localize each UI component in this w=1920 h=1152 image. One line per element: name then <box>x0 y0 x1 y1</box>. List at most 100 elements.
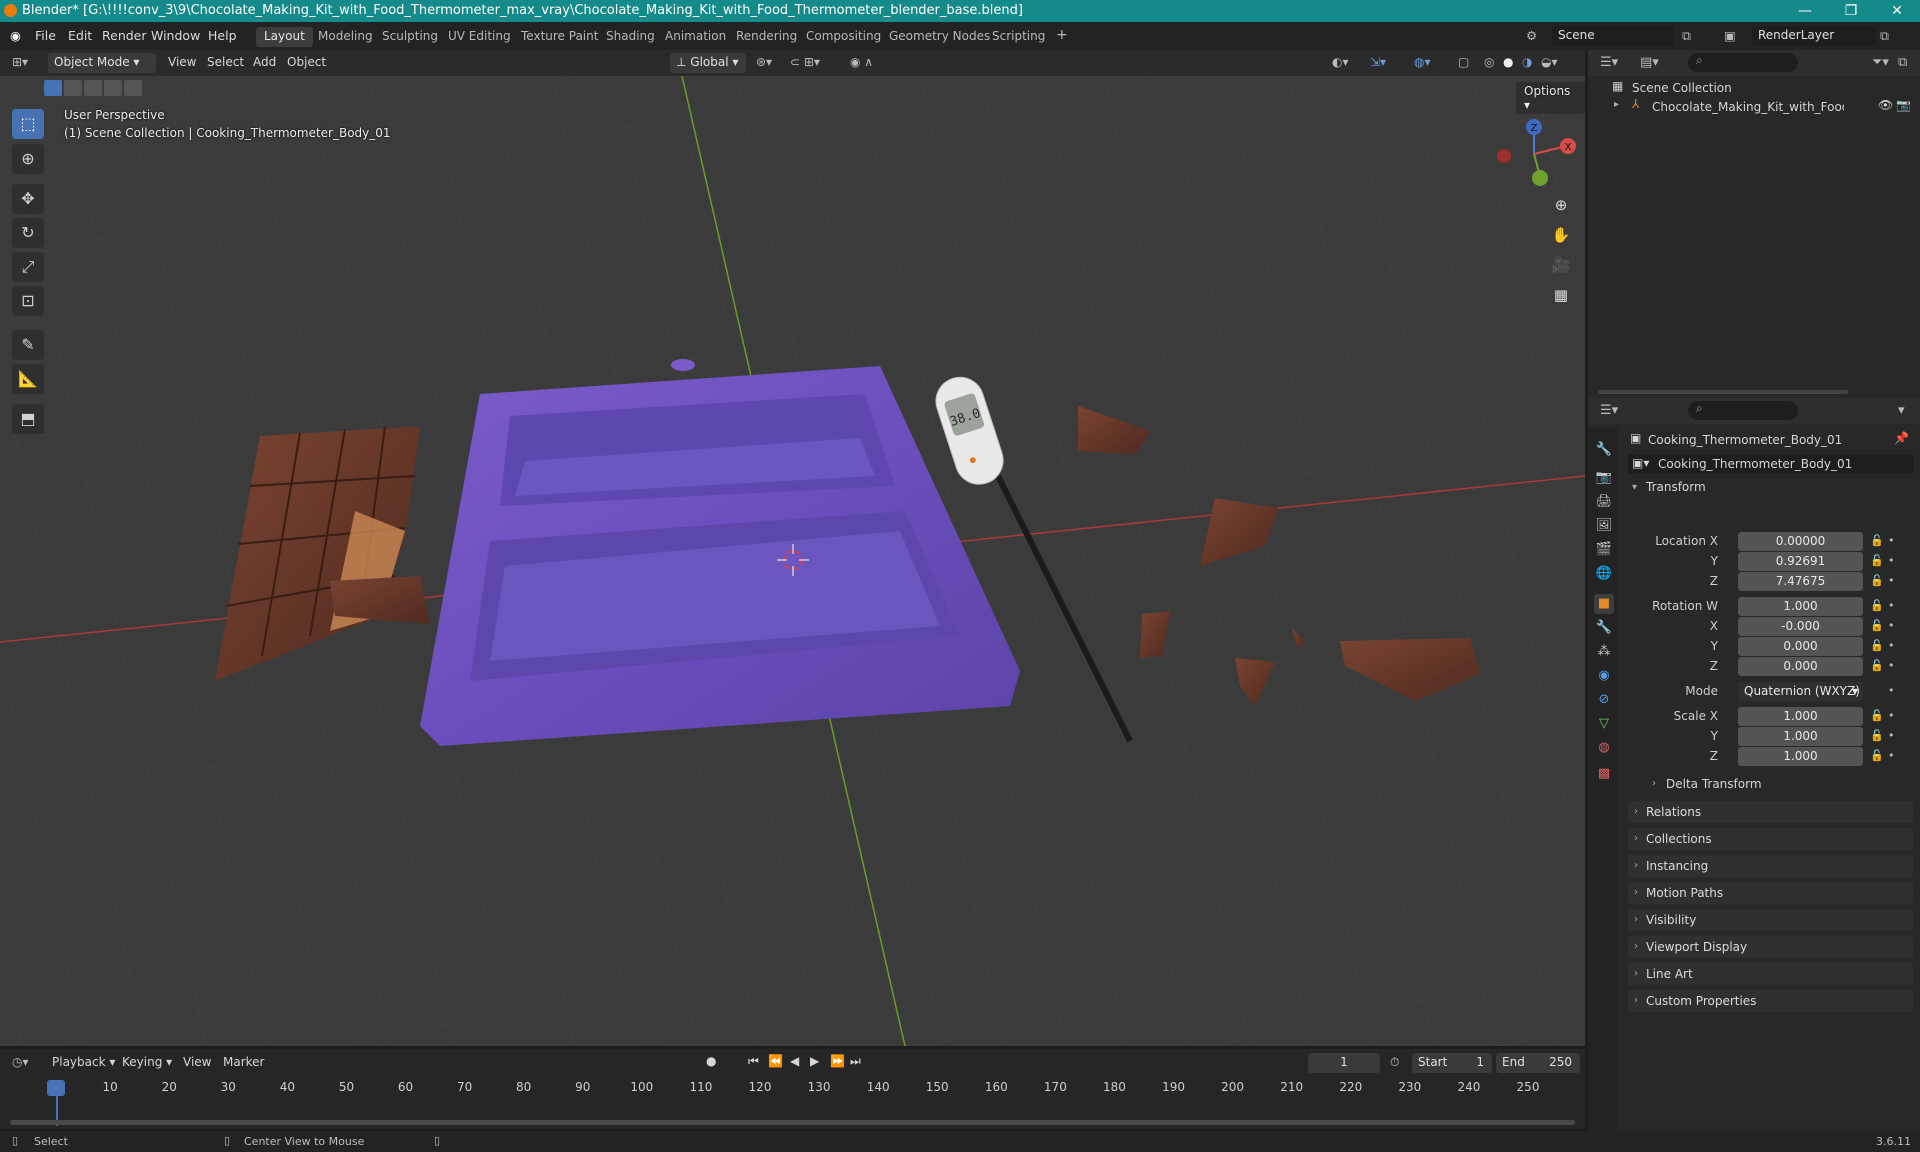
viewport-menu-view[interactable]: View <box>168 55 196 69</box>
panel-relations[interactable]: › Relations <box>1628 801 1913 823</box>
keyframe-dot-icon[interactable]: • <box>1888 709 1895 722</box>
rotate-tool-icon[interactable]: ↻ <box>12 218 44 248</box>
viewport-menu-add[interactable]: Add <box>253 55 276 69</box>
transform-panel-header[interactable]: Transform <box>1646 480 1706 494</box>
location-y-field[interactable]: 0.92691 <box>1738 552 1863 571</box>
menu-edit[interactable]: Edit <box>68 28 92 43</box>
tab-animation[interactable]: Animation <box>657 27 734 47</box>
outliner-scene-collection[interactable]: Scene Collection <box>1632 81 1732 95</box>
keyframe-dot-icon[interactable]: • <box>1888 599 1895 612</box>
rotation-w-field[interactable]: 1.000 <box>1738 597 1863 616</box>
lock-icon[interactable]: 🔓 <box>1870 709 1884 722</box>
panel-custom-properties[interactable]: › Custom Properties <box>1628 990 1913 1012</box>
navigation-gizmo[interactable]: Z X <box>1490 114 1580 194</box>
tab-sculpting[interactable]: Sculpting <box>374 27 446 47</box>
lock-icon[interactable]: 🔓 <box>1870 599 1884 612</box>
lock-icon[interactable]: 🔓 <box>1870 574 1884 587</box>
overlay-icon[interactable]: ◍▾ <box>1414 55 1431 69</box>
orientation-dropdown[interactable]: ⊥ Global ▾ <box>670 53 746 73</box>
new-layer-icon[interactable]: ⧉ <box>1880 28 1889 44</box>
tab-compositing[interactable]: Compositing <box>798 27 889 47</box>
scale-tool-icon[interactable]: ⤢ <box>12 252 44 282</box>
pivot-icon[interactable]: ⊛▾ <box>756 55 772 69</box>
filter-icon[interactable]: ⏷▾ <box>1872 55 1889 70</box>
maximize-button[interactable]: ❐ <box>1828 0 1874 22</box>
mode-dropdown[interactable]: Object Mode ▾ <box>48 53 156 73</box>
render-layer-field[interactable]: RenderLayer <box>1752 26 1876 46</box>
add-workspace-button[interactable]: + <box>1048 27 1076 47</box>
panel-instancing[interactable]: › Instancing <box>1628 855 1913 877</box>
select-intersect-icon[interactable] <box>124 80 142 96</box>
transform-tool-icon[interactable]: ⊡ <box>12 286 44 316</box>
frame-ruler[interactable]: 1102030405060708090100110120130140150160… <box>0 1049 1585 1129</box>
display-mode-icon[interactable]: ▤▾ <box>1640 55 1659 70</box>
menu-file[interactable]: File <box>35 28 56 43</box>
select-extend-icon[interactable] <box>64 80 82 96</box>
panel-visibility[interactable]: › Visibility <box>1628 909 1913 931</box>
rotation-z-field[interactable]: 0.000 <box>1738 657 1863 676</box>
wireframe-shading-icon[interactable]: ◎ <box>1484 55 1494 69</box>
properties-editor-icon[interactable]: ☰▾ <box>1600 403 1618 418</box>
lock-icon[interactable]: 🔓 <box>1870 534 1884 547</box>
tab-uv-editing[interactable]: UV Editing <box>440 27 519 47</box>
lock-icon[interactable]: 🔓 <box>1870 554 1884 567</box>
scene-type-icon[interactable]: ⚙ <box>1526 28 1537 43</box>
blender-menu-icon[interactable]: ◉ <box>10 28 21 43</box>
render-tab-icon[interactable]: 📷 <box>1594 468 1614 488</box>
properties-options-icon[interactable]: ▾ <box>1898 403 1905 418</box>
object-datablock-icon[interactable]: ▣▾ <box>1632 456 1649 470</box>
xray-icon[interactable]: ▢ <box>1458 55 1469 69</box>
viewport-menu-select[interactable]: Select <box>207 55 244 69</box>
expand-chevron-icon[interactable]: ▸ <box>1614 99 1619 110</box>
scale-z-field[interactable]: 1.000 <box>1738 747 1863 766</box>
tab-modeling[interactable]: Modeling <box>310 27 381 47</box>
editor-type-icon[interactable]: ⊞▾ <box>12 55 28 69</box>
pin-icon[interactable]: 📌 <box>1894 431 1909 445</box>
viewport-menu-object[interactable]: Object <box>287 55 326 69</box>
world-tab-icon[interactable]: 🌐 <box>1594 564 1614 584</box>
minimize-button[interactable]: — <box>1782 0 1828 22</box>
keyframe-dot-icon[interactable]: • <box>1888 534 1895 547</box>
lock-icon[interactable]: 🔓 <box>1870 749 1884 762</box>
pan-hand-icon[interactable]: ✋ <box>1547 221 1575 249</box>
lock-icon[interactable]: 🔓 <box>1870 639 1884 652</box>
measure-tool-icon[interactable]: 📐 <box>12 364 44 394</box>
select-new-icon[interactable] <box>44 80 62 96</box>
location-x-field[interactable]: 0.00000 <box>1738 532 1863 551</box>
texture-tab-icon[interactable]: ▩ <box>1594 764 1614 784</box>
ortho-grid-icon[interactable]: ▦ <box>1547 281 1575 309</box>
tab-layout[interactable]: Layout <box>256 27 313 47</box>
render-camera-icon[interactable]: 📷 <box>1896 98 1911 112</box>
cursor-tool-icon[interactable]: ⊕ <box>12 144 44 174</box>
tab-rendering[interactable]: Rendering <box>728 27 805 47</box>
keyframe-dot-icon[interactable]: • <box>1888 659 1895 672</box>
3d-viewport[interactable]: 38.0 ⬚ ⊕ ✥ ↻ ⤢ ⊡ ✎ 📐 ⬒ User Perspective … <box>0 76 1585 1046</box>
select-subtract-icon[interactable] <box>84 80 102 96</box>
tab-scripting[interactable]: Scripting <box>984 27 1053 47</box>
object-name-field[interactable]: ▣▾ Cooking_Thermometer_Body_01 <box>1628 454 1914 474</box>
add-cube-tool-icon[interactable]: ⬒ <box>12 404 44 434</box>
playhead-marker[interactable] <box>47 1080 65 1096</box>
material-tab-icon[interactable]: ◍ <box>1594 738 1614 758</box>
select-invert-icon[interactable] <box>104 80 122 96</box>
outliner-item[interactable]: Chocolate_Making_Kit_with_Food_Therr <box>1652 100 1844 114</box>
physics-tab-icon[interactable]: ◉ <box>1594 666 1614 686</box>
solid-shading-icon[interactable]: ● <box>1503 55 1513 69</box>
keyframe-dot-icon[interactable]: • <box>1888 729 1895 742</box>
particles-tab-icon[interactable]: ⁂ <box>1594 642 1614 662</box>
location-z-field[interactable]: 7.47675 <box>1738 572 1863 591</box>
lock-icon[interactable]: 🔓 <box>1870 659 1884 672</box>
camera-view-icon[interactable]: 🎥 <box>1547 251 1575 279</box>
gizmo-icon[interactable]: ⇲▾ <box>1370 55 1386 69</box>
render-layer-icon[interactable]: ▣ <box>1724 28 1736 43</box>
output-tab-icon[interactable]: 🖨 <box>1594 492 1614 512</box>
select-box-tool-icon[interactable]: ⬚ <box>12 109 44 139</box>
visibility-icon[interactable]: ◐▾ <box>1332 55 1349 69</box>
outliner-scrollbar[interactable] <box>1598 390 1848 394</box>
keyframe-dot-icon[interactable]: • <box>1888 574 1895 587</box>
panel-collections[interactable]: › Collections <box>1628 828 1913 850</box>
rendered-shading-icon[interactable]: ◒▾ <box>1541 55 1558 69</box>
properties-search-input[interactable]: ⌕ <box>1688 401 1798 420</box>
annotate-tool-icon[interactable]: ✎ <box>12 330 44 360</box>
outliner-search-input[interactable]: ⌕ <box>1688 53 1798 72</box>
